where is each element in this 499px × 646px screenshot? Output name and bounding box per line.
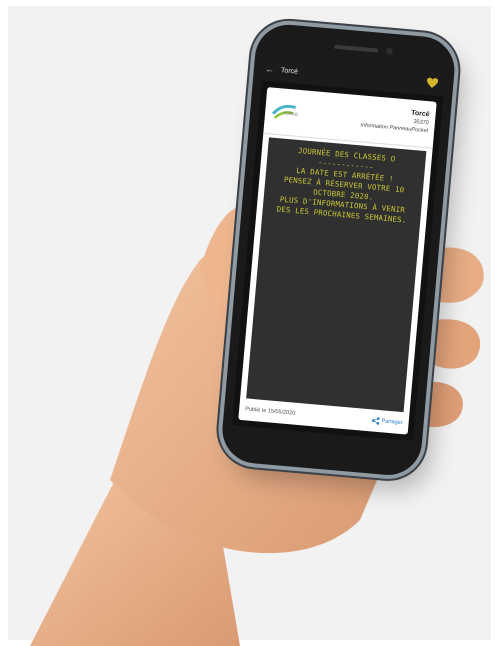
phone-camera — [385, 47, 394, 55]
toolbar-title: Torcé — [280, 66, 299, 76]
share-label: Partager — [381, 418, 403, 427]
notification-card: TORCÉ Torcé 35370 Information PanneauPoc… — [238, 87, 437, 435]
share-button[interactable]: Partager — [371, 416, 403, 427]
card-meta: Torcé 35370 Information PanneauPocket — [360, 105, 430, 135]
phone-speaker — [333, 44, 379, 53]
heart-icon[interactable] — [426, 77, 439, 89]
app-screen: ← Torcé TORCÉ Torcé 35370 Information Pa… — [231, 56, 446, 442]
message-board: JOURNÉE DES CLASSES O ------------ LA DA… — [246, 137, 427, 413]
published-date: Publié le 15/05/2020 — [244, 406, 296, 417]
share-icon — [371, 417, 380, 425]
back-arrow-icon[interactable]: ← — [263, 64, 278, 75]
phone: ← Torcé TORCÉ Torcé 35370 Information Pa… — [219, 22, 458, 478]
